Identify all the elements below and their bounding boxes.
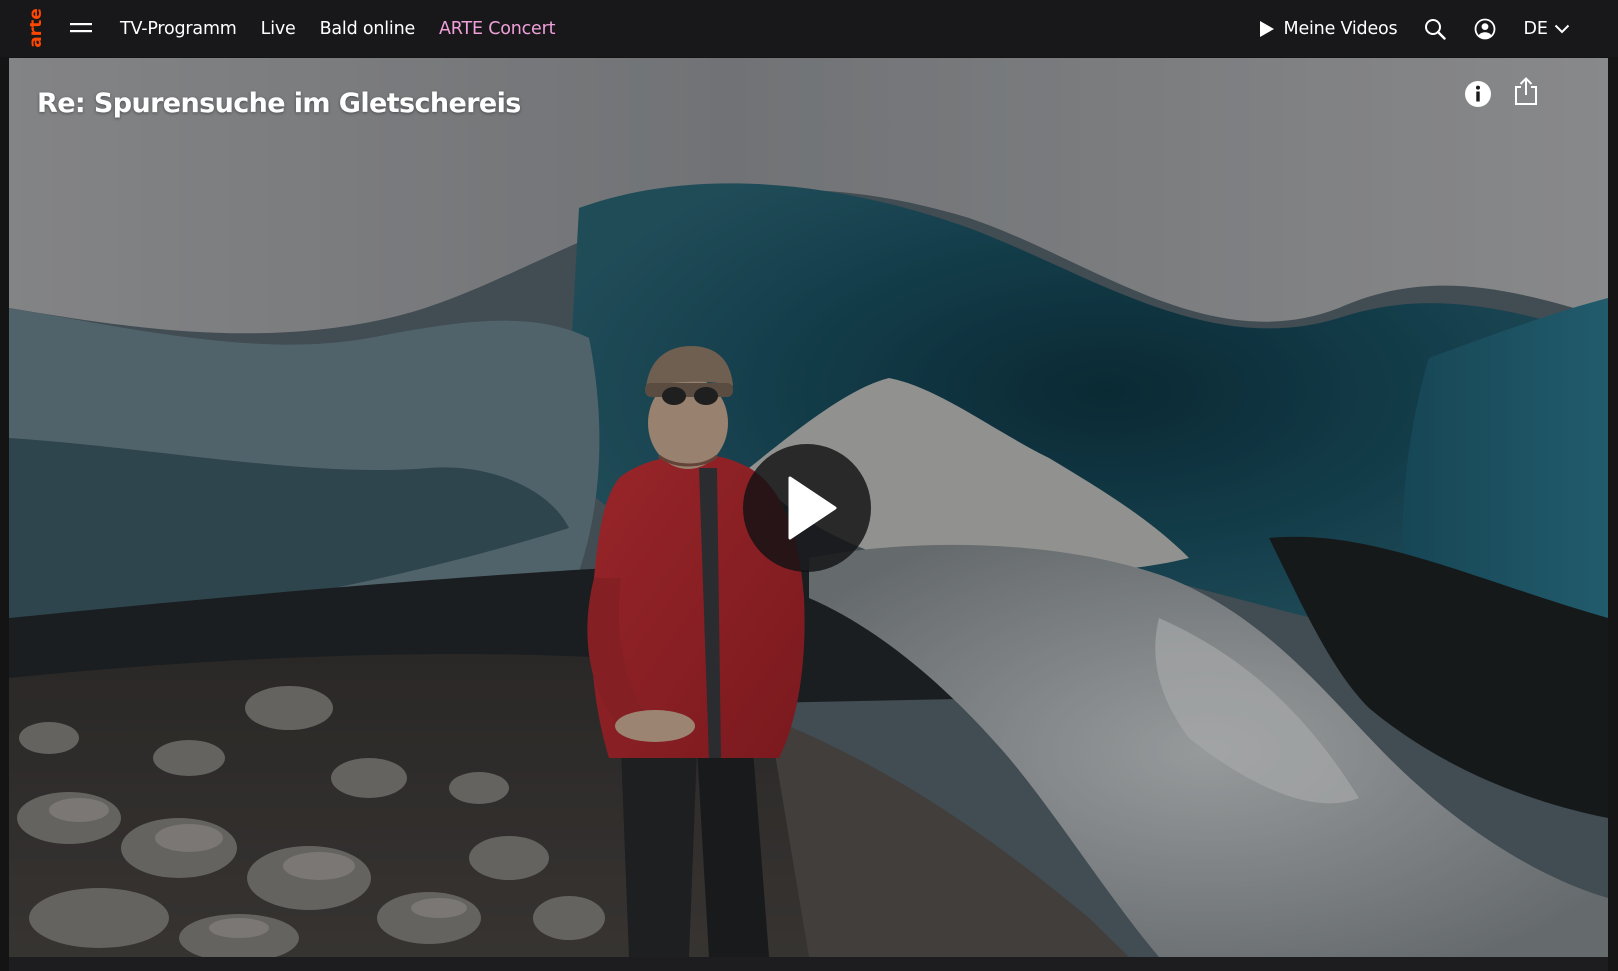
- page-scrollbar-track: [1608, 57, 1618, 971]
- page: arte TV-Programm Live Bald online ARTE C…: [0, 0, 1618, 971]
- chevron-down-icon: [1554, 24, 1570, 33]
- play-button[interactable]: [743, 444, 871, 572]
- header-tools: Meine Videos DE: [1259, 0, 1570, 57]
- video-title: Re: Spurensuche im Gletschereis: [37, 88, 521, 119]
- search-button[interactable]: [1423, 17, 1447, 41]
- arte-logo[interactable]: arte: [30, 4, 52, 54]
- search-icon: [1425, 18, 1447, 40]
- language-selector[interactable]: DE: [1523, 19, 1570, 39]
- nav-link-arte-concert[interactable]: ARTE Concert: [439, 19, 555, 39]
- user-icon: [1475, 18, 1496, 39]
- hamburger-menu-icon[interactable]: [70, 20, 94, 36]
- meine-videos-button[interactable]: Meine Videos: [1259, 19, 1398, 39]
- main-nav: TV-Programm Live Bald online ARTE Concer…: [120, 0, 555, 57]
- share-icon[interactable]: [1513, 76, 1539, 106]
- player-bottom-strip: [9, 957, 1608, 971]
- video-player[interactable]: Re: Spurensuche im Gletschereis: [9, 58, 1608, 957]
- account-button[interactable]: [1473, 17, 1497, 41]
- nav-link-bald-online[interactable]: Bald online: [320, 19, 416, 39]
- info-icon[interactable]: [1464, 80, 1492, 108]
- svg-text:arte: arte: [30, 8, 46, 48]
- nav-link-tv-programm[interactable]: TV-Programm: [120, 19, 237, 39]
- meine-videos-label: Meine Videos: [1283, 18, 1398, 39]
- nav-link-live[interactable]: Live: [261, 19, 296, 39]
- play-icon: [1259, 20, 1274, 37]
- top-navigation-bar: arte TV-Programm Live Bald online ARTE C…: [0, 0, 1618, 57]
- play-button-icon: [788, 476, 837, 540]
- language-label: DE: [1523, 18, 1548, 39]
